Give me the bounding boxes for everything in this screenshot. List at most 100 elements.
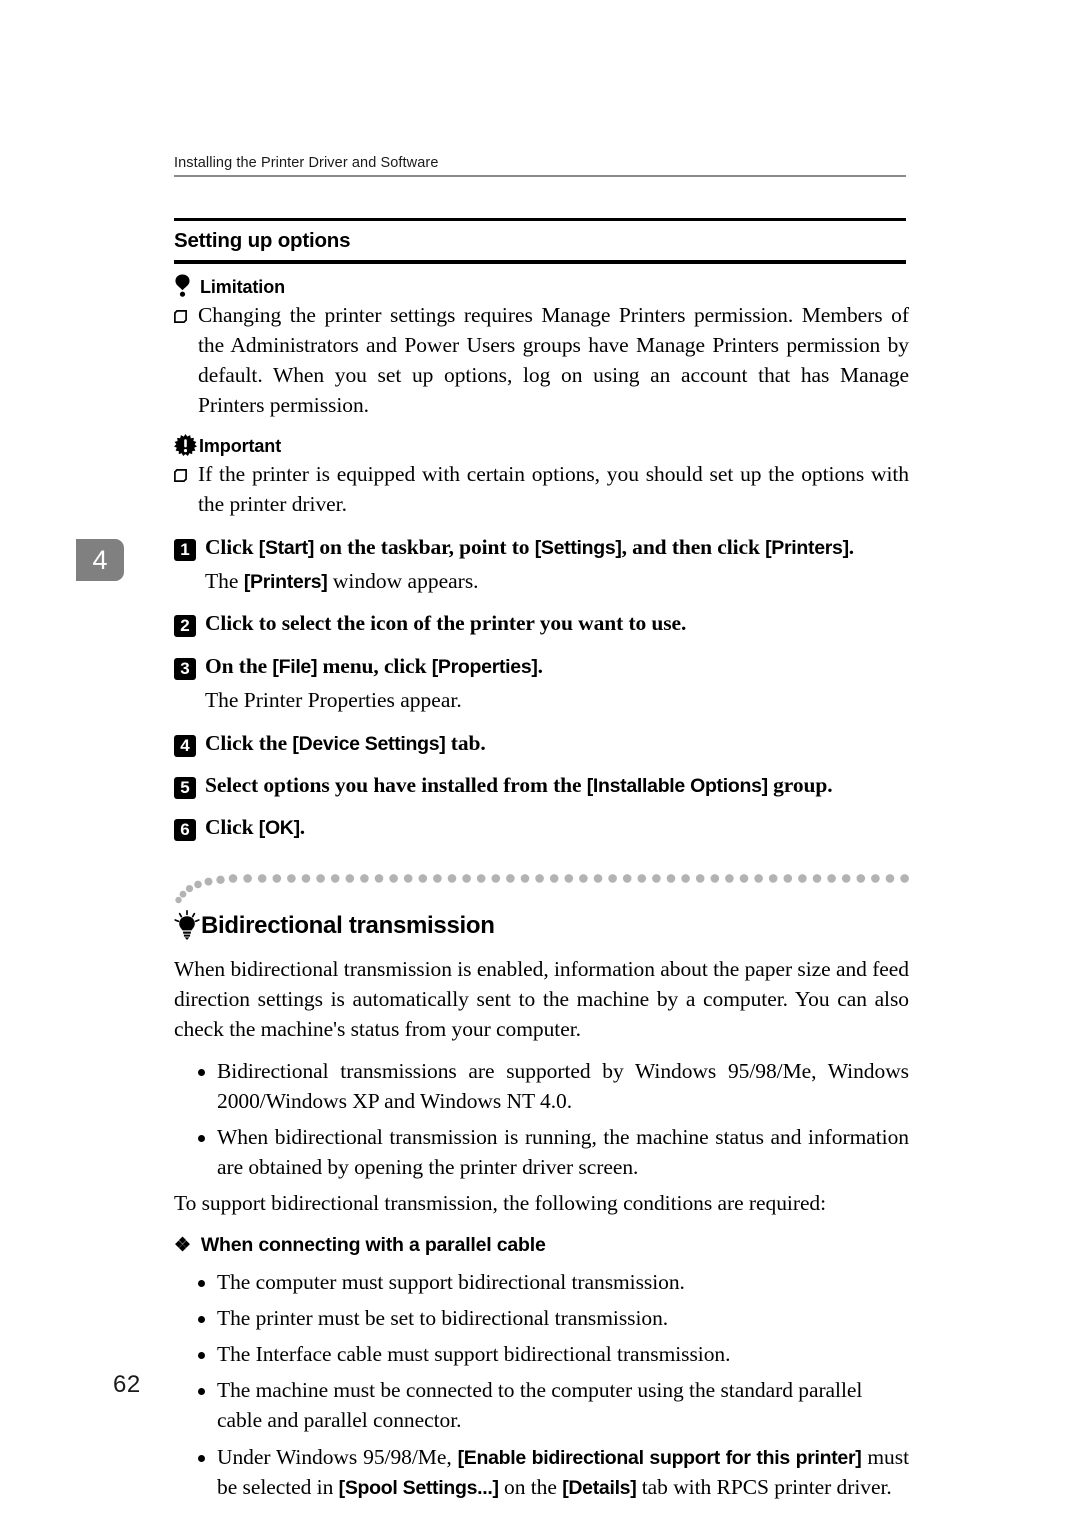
document-page: Installing the Printer Driver and Softwa… bbox=[0, 0, 1080, 1528]
text-run: on the taskbar, point to bbox=[314, 534, 535, 559]
ui-label: [Printers] bbox=[243, 570, 328, 593]
bullet-dot-icon bbox=[198, 1134, 205, 1142]
list-item-text: Bidirectional transmissions are supporte… bbox=[217, 1058, 909, 1113]
text-run: The Printer Properties appear. bbox=[205, 687, 462, 712]
text-run: The computer must support bidirectional … bbox=[217, 1270, 685, 1295]
exclamation-teardrop-icon bbox=[174, 274, 191, 297]
ui-label: [Device Settings] bbox=[292, 732, 446, 755]
ui-label: [Start] bbox=[258, 536, 315, 559]
text-run: window appears. bbox=[327, 568, 479, 593]
text-run: group. bbox=[767, 772, 833, 797]
ui-label: [Settings] bbox=[534, 536, 622, 559]
limitation-item-text: Changing the printer settings requires M… bbox=[198, 303, 909, 418]
limitation-heading: Limitation bbox=[174, 274, 909, 297]
step-number-badge: 3 bbox=[174, 657, 196, 680]
step-result-note: The Printer Properties appear. bbox=[205, 686, 909, 716]
procedure-step: 2 Click to select the icon of the printer… bbox=[174, 609, 909, 638]
list-item: The Interface cable must support bidirec… bbox=[174, 1339, 909, 1369]
running-header: Installing the Printer Driver and Softwa… bbox=[174, 155, 906, 177]
tip-closing: To support bidirectional transmission, t… bbox=[174, 1190, 827, 1215]
section-title: Setting up options bbox=[174, 229, 351, 252]
list-item: When bidirectional transmission is runni… bbox=[174, 1122, 909, 1182]
square-bullet-icon bbox=[174, 469, 187, 483]
text-run: The bbox=[205, 568, 244, 593]
step-text: Select options you have installed from t… bbox=[205, 771, 909, 800]
text-run: on the bbox=[498, 1474, 563, 1499]
list-item: The computer must support bidirectional … bbox=[174, 1267, 909, 1297]
content-column: Limitation Changing the printer settings… bbox=[174, 272, 909, 1508]
important-item: If the printer is equipped with certain … bbox=[174, 459, 909, 519]
bullet-dot-icon bbox=[198, 1316, 205, 1324]
limitation-label: Limitation bbox=[200, 277, 285, 297]
procedure-step: 6 Click [OK]. bbox=[174, 813, 909, 842]
list-item: Under Windows 95/98/Me, [Enable bidirect… bbox=[174, 1442, 909, 1503]
text-run: . bbox=[537, 653, 543, 678]
step-number-badge: 6 bbox=[174, 819, 196, 842]
procedure-step: 1 Click [Start] on the taskbar, point to … bbox=[174, 533, 909, 562]
lightbulb-icon bbox=[174, 910, 200, 941]
subsection-bullets: The computer must support bidirectional … bbox=[174, 1267, 909, 1502]
ui-label: [Enable bidirectional support for this p… bbox=[457, 1446, 862, 1469]
procedure-step: 3 On the [File] menu, click [Properties]. bbox=[174, 652, 909, 681]
bullet-dot-icon bbox=[198, 1454, 205, 1462]
subsection-heading: ❖ When connecting with a parallel cable bbox=[174, 1234, 909, 1257]
tip-heading: Bidirectional transmission bbox=[174, 910, 909, 941]
section-heading-block: Setting up options bbox=[174, 218, 906, 264]
step-text: Click the [Device Settings] tab. bbox=[205, 729, 909, 758]
procedure-step: 5 Select options you have installed from … bbox=[174, 771, 909, 800]
running-header-title: Installing the Printer Driver and Softwa… bbox=[174, 155, 439, 171]
list-item: The machine must be connected to the com… bbox=[174, 1375, 909, 1435]
ui-label: [File] bbox=[272, 655, 318, 678]
page-number: 62 bbox=[113, 1371, 141, 1398]
text-run: Click bbox=[205, 815, 259, 840]
text-run: tab. bbox=[445, 730, 486, 755]
step-result-note: The [Printers] window appears. bbox=[205, 567, 909, 597]
diamond-marker-icon: ❖ bbox=[174, 1235, 191, 1257]
text-run: The machine must be connected to the com… bbox=[217, 1378, 863, 1433]
list-item-text: The Interface cable must support bidirec… bbox=[217, 1339, 909, 1369]
important-label: Important bbox=[199, 436, 282, 457]
procedure-step: 4 Click the [Device Settings] tab. bbox=[174, 729, 909, 758]
bullet-dot-icon bbox=[198, 1280, 205, 1288]
text-run: . bbox=[848, 534, 855, 559]
tip-intro: When bidirectional transmission is enabl… bbox=[174, 957, 909, 1042]
text-run: Click bbox=[205, 534, 259, 559]
step-number-badge: 4 bbox=[174, 734, 196, 757]
text-run: Select options you have installed from t… bbox=[205, 772, 587, 797]
dotted-divider bbox=[174, 870, 909, 904]
procedure-steps: 1 Click [Start] on the taskbar, point to … bbox=[174, 533, 909, 843]
text-run: . bbox=[299, 815, 306, 840]
list-item-text: The machine must be connected to the com… bbox=[217, 1375, 909, 1435]
chapter-tab: 4 bbox=[76, 539, 124, 581]
step-text: Click [Start] on the taskbar, point to [… bbox=[205, 533, 909, 562]
text-run: tab with RPCS printer driver. bbox=[636, 1474, 892, 1499]
bullet-dot-icon bbox=[198, 1388, 205, 1396]
list-item: The printer must be set to bidirectional… bbox=[174, 1303, 909, 1333]
text-run: Click to select the icon of the printer … bbox=[205, 611, 687, 636]
step-text: On the [File] menu, click [Properties]. bbox=[205, 652, 909, 681]
step-text: Click to select the icon of the printer … bbox=[205, 609, 909, 638]
bullet-dot-icon bbox=[198, 1068, 205, 1076]
text-run: , and then click bbox=[621, 534, 766, 559]
text-run: Under Windows 95/98/Me, bbox=[217, 1444, 458, 1469]
subsection-title: When connecting with a parallel cable bbox=[200, 1234, 546, 1257]
section-rule-bottom bbox=[174, 259, 906, 264]
header-rule bbox=[174, 174, 906, 177]
text-run: On the bbox=[205, 653, 273, 678]
important-heading: Important bbox=[174, 434, 909, 457]
text-run: menu, click bbox=[317, 653, 432, 678]
important-item-text: If the printer is equipped with certain … bbox=[198, 462, 909, 517]
square-bullet-icon bbox=[174, 310, 187, 323]
text-run: The Interface cable must support bidirec… bbox=[217, 1342, 731, 1367]
ui-label: [Printers] bbox=[765, 536, 849, 559]
list-item-text: Under Windows 95/98/Me, [Enable bidirect… bbox=[217, 1442, 909, 1503]
limitation-item: Changing the printer settings requires M… bbox=[174, 300, 909, 420]
list-item-text: When bidirectional transmission is runni… bbox=[217, 1124, 909, 1179]
ui-label: [Spool Settings...] bbox=[338, 1476, 499, 1499]
list-item: Bidirectional transmissions are supporte… bbox=[174, 1056, 909, 1116]
tip-title: Bidirectional transmission bbox=[201, 912, 495, 940]
ui-label: [Properties] bbox=[431, 655, 538, 678]
bullet-dot-icon bbox=[198, 1352, 205, 1360]
ui-label: [Details] bbox=[562, 1476, 637, 1499]
step-number-badge: 5 bbox=[174, 776, 196, 799]
